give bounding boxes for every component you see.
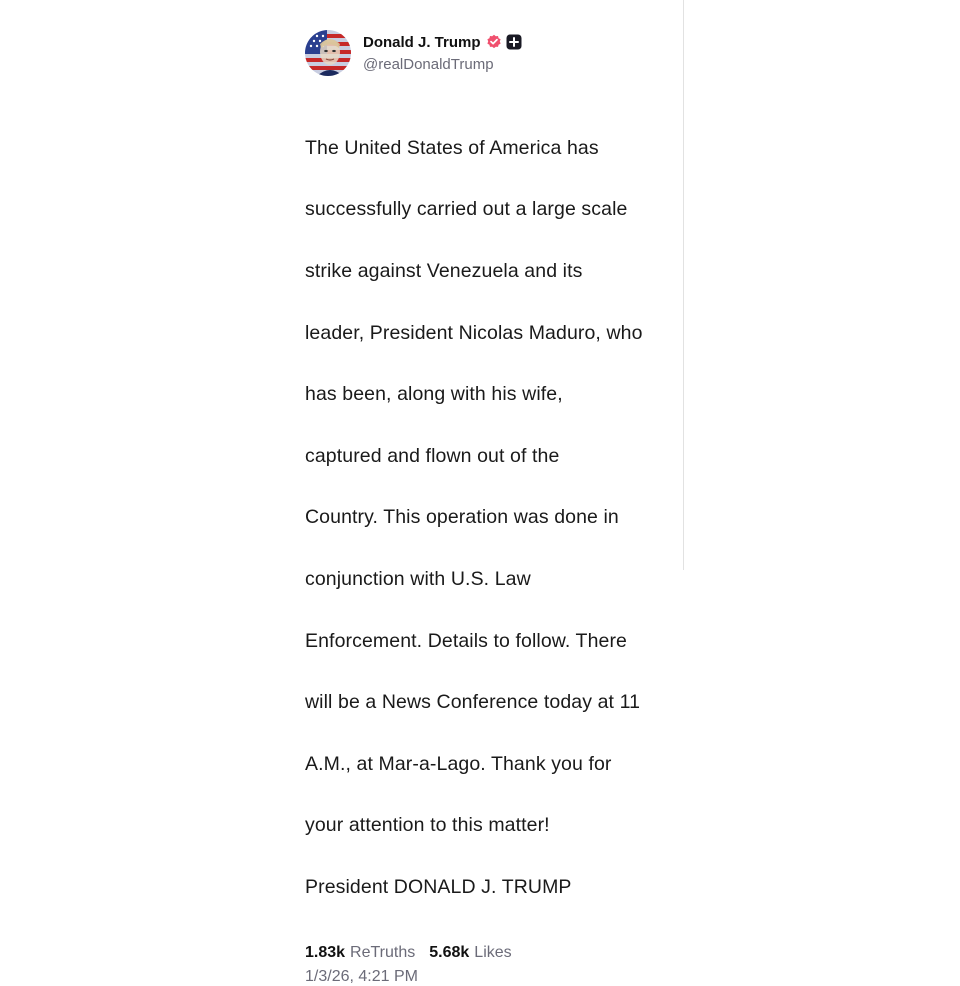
- post-text-line: successfully carried out a large scale: [305, 198, 628, 221]
- column-divider: [683, 0, 684, 570]
- post-text-line: captured and flown out of the: [305, 444, 560, 467]
- author-display-name[interactable]: Donald J. Trump: [363, 34, 481, 51]
- author-handle[interactable]: @realDonaldTrump: [363, 56, 526, 73]
- verified-badge-icon: [486, 34, 502, 50]
- post-text-line: has been, along with his wife,: [305, 383, 563, 406]
- post-text-line: strike against Venezuela and its: [305, 259, 583, 282]
- post-card: Donald J. Trump @realDonaldTrump The Uni…: [305, 28, 675, 986]
- post-text: The United States of America has success…: [305, 102, 675, 934]
- post-text-line: leader, President Nicolas Maduro, who: [305, 321, 643, 344]
- post-text-line: Enforcement. Details to follow. There: [305, 629, 627, 652]
- post-text-line: conjunction with U.S. Law: [305, 567, 531, 590]
- likes-count: 5.68k: [429, 943, 470, 961]
- post-timestamp[interactable]: 1/3/26, 4:21 PM: [305, 968, 675, 986]
- author-name-row: Donald J. Trump: [363, 34, 526, 51]
- avatar[interactable]: [305, 30, 351, 76]
- post-stats: 1.83k ReTruths 5.68k Likes: [305, 944, 675, 962]
- post-text-line: your attention to this matter!: [305, 814, 550, 837]
- retruths-stat[interactable]: 1.83k ReTruths: [305, 944, 415, 962]
- post-text-line: will be a News Conference today at 11: [305, 691, 641, 714]
- post-text-line: Country. This operation was done in: [305, 506, 619, 529]
- retruths-count: 1.83k: [305, 943, 346, 961]
- avatar-image: [305, 30, 351, 76]
- likes-label: Likes: [474, 943, 512, 961]
- post-text-line: A.M., at Mar-a-Lago. Thank you for: [305, 752, 612, 775]
- retruths-label: ReTruths: [350, 943, 416, 961]
- post-text-line: President DONALD J. TRUMP: [305, 875, 572, 898]
- post-text-line: The United States of America has: [305, 136, 599, 159]
- plus-badge-icon: [506, 34, 522, 50]
- post-header: Donald J. Trump @realDonaldTrump: [305, 28, 675, 78]
- likes-stat[interactable]: 5.68k Likes: [429, 944, 511, 962]
- author-info: Donald J. Trump @realDonaldTrump: [363, 34, 526, 73]
